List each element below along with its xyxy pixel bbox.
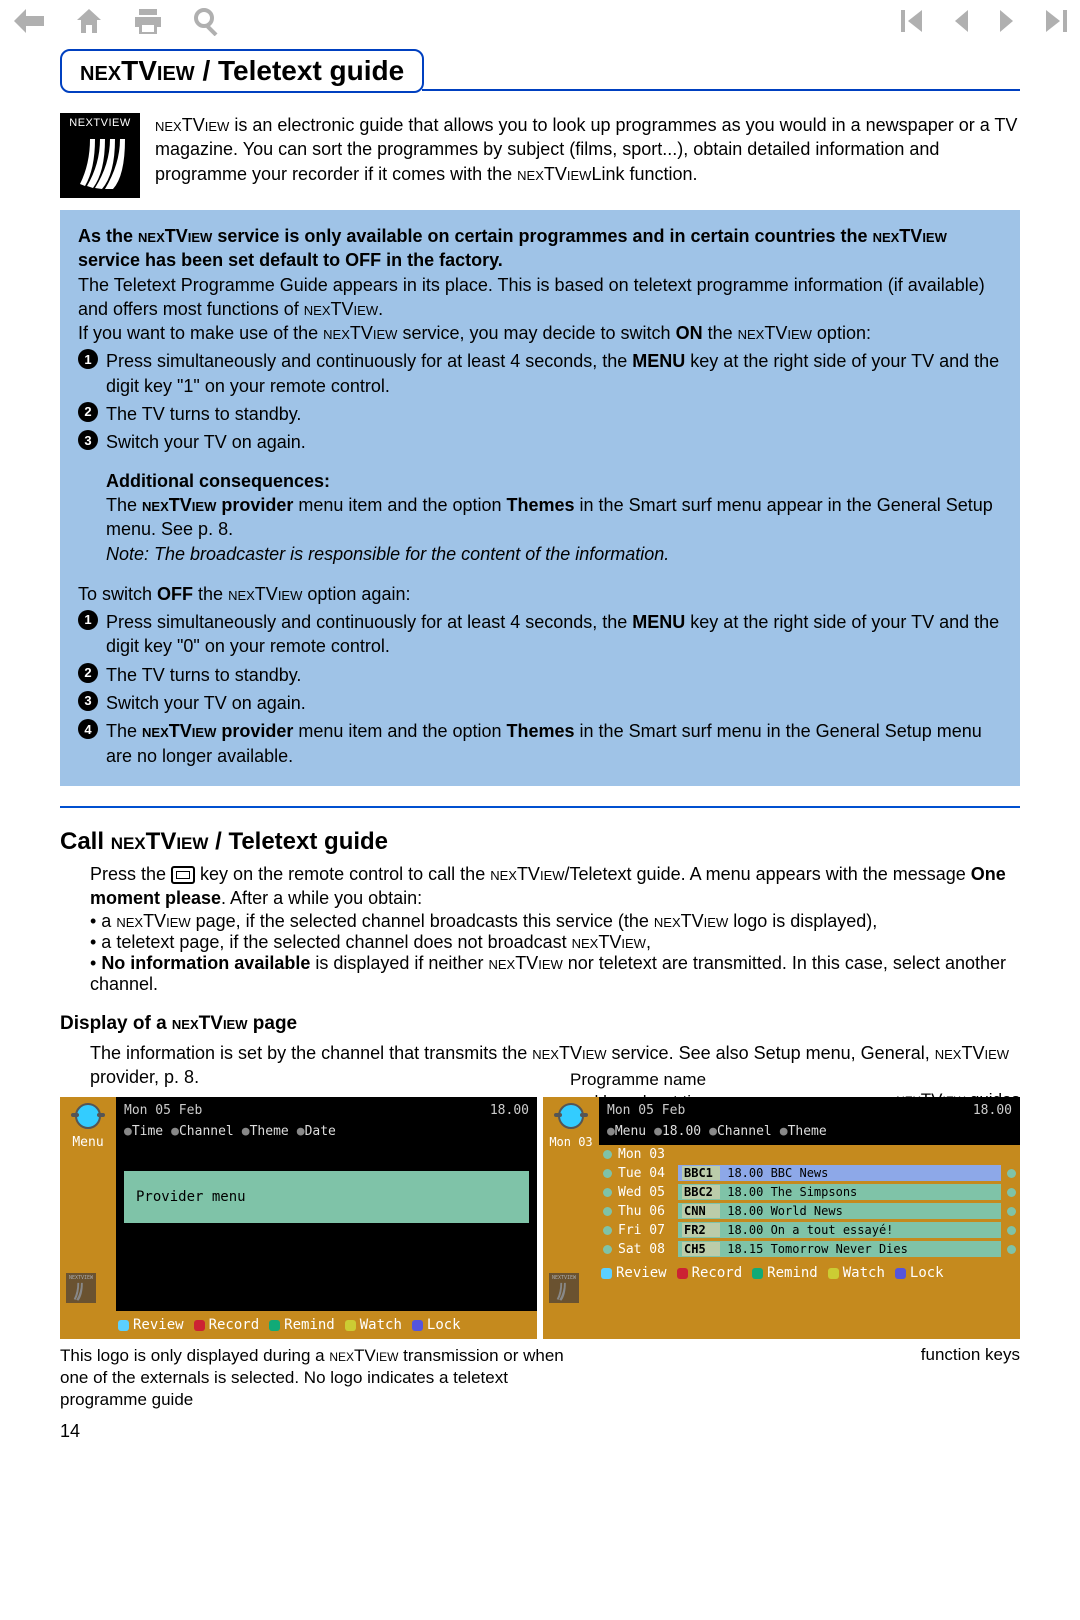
- nav-first-icon[interactable]: [900, 8, 924, 39]
- print-icon[interactable]: [132, 6, 164, 41]
- page-title: nexTView / Teletext guide: [60, 49, 424, 93]
- mini-nextview-logo: NEXTVIEW: [66, 1273, 96, 1303]
- s2-time: 18.00: [973, 1103, 1012, 1118]
- off-step-4: 4The nexTView provider menu item and the…: [78, 719, 1002, 768]
- provider-menu: Provider menu: [124, 1171, 529, 1223]
- menu-label: Menu: [72, 1135, 103, 1150]
- call-bullet-1: • a nexTView page, if the selected chann…: [90, 911, 1020, 932]
- nextview-logo: NEXTVIEW: [60, 113, 140, 198]
- off-step-3: 3Switch your TV on again.: [78, 691, 1002, 715]
- off-step-2: 2The TV turns to standby.: [78, 663, 1002, 687]
- call-body: Press the key on the remote control to c…: [90, 862, 1020, 911]
- s1-date: Mon 05 Feb: [124, 1103, 202, 1118]
- off-step-1: 1Press simultaneously and continuously f…: [78, 610, 1002, 659]
- call-bullet-2: • a teletext page, if the selected chann…: [90, 932, 1020, 953]
- additional-body: The nexTView provider menu item and the …: [106, 493, 1002, 542]
- page-number: 14: [60, 1421, 1020, 1442]
- s2-side-day: Mon 03: [549, 1135, 592, 1149]
- on-step-3: 3Switch your TV on again.: [78, 430, 1002, 454]
- annot-fkeys: function keys: [921, 1345, 1020, 1411]
- screenshot-left: Menu Mon 05 Feb 18.00 TimeChannelThemeDat…: [60, 1097, 537, 1339]
- screenshot-right: Mon 03 Mon 05 Feb 18.00 Menu18.00ChannelT…: [543, 1097, 1020, 1339]
- additional-heading: Additional consequences:: [106, 471, 330, 491]
- s1-time: 18.00: [490, 1103, 529, 1118]
- on-step-1: 1Press simultaneously and continuously f…: [78, 349, 1002, 398]
- additional-note: Note: The broadcaster is responsible for…: [106, 542, 1002, 566]
- home-icon[interactable]: [74, 6, 104, 41]
- s2-programme-list: Mon 03Tue 04BBC1 18.00 BBC NewsWed 05BBC…: [599, 1145, 1020, 1259]
- back-icon[interactable]: [12, 6, 46, 41]
- mini-nextview-logo-2: NEXTVIEW: [549, 1273, 579, 1303]
- page-content: nexTView / Teletext guide NEXTVIEW nexTV…: [0, 43, 1080, 1472]
- info-box: As the nexTView service is only availabl…: [60, 210, 1020, 786]
- bluebox-rest: The Teletext Programme Guide appears in …: [78, 273, 1002, 322]
- annot-logo: This logo is only displayed during a nex…: [60, 1345, 580, 1411]
- puck-icon: [75, 1103, 101, 1129]
- s2-function-keys: ReviewRecordRemindWatchLock: [543, 1259, 1020, 1287]
- s1-function-keys: ReviewRecordRemindWatchLock: [60, 1311, 537, 1339]
- intro-text: nexTView is an electronic guide that all…: [155, 113, 1020, 198]
- puck-icon-2: [558, 1103, 584, 1129]
- reader-toolbar: [0, 0, 1080, 43]
- s1-columns: TimeChannelThemeDate: [124, 1124, 529, 1139]
- nav-last-icon[interactable]: [1044, 8, 1068, 39]
- search-icon[interactable]: [192, 6, 222, 41]
- s2-date: Mon 05 Feb: [607, 1103, 685, 1118]
- s2-columns: Menu18.00ChannelTheme: [607, 1124, 1012, 1139]
- display-heading: Display of a nexTView page: [60, 1013, 1020, 1035]
- call-heading: Call nexTView / Teletext guide: [60, 828, 1020, 856]
- call-bullet-3: • No information available is displayed …: [90, 953, 1020, 995]
- guide-key-icon: [171, 866, 195, 884]
- on-step-2: 2The TV turns to standby.: [78, 402, 1002, 426]
- nav-prev-icon[interactable]: [952, 8, 970, 39]
- nav-next-icon[interactable]: [998, 8, 1016, 39]
- display-body: The information is set by the channel th…: [90, 1041, 1020, 1090]
